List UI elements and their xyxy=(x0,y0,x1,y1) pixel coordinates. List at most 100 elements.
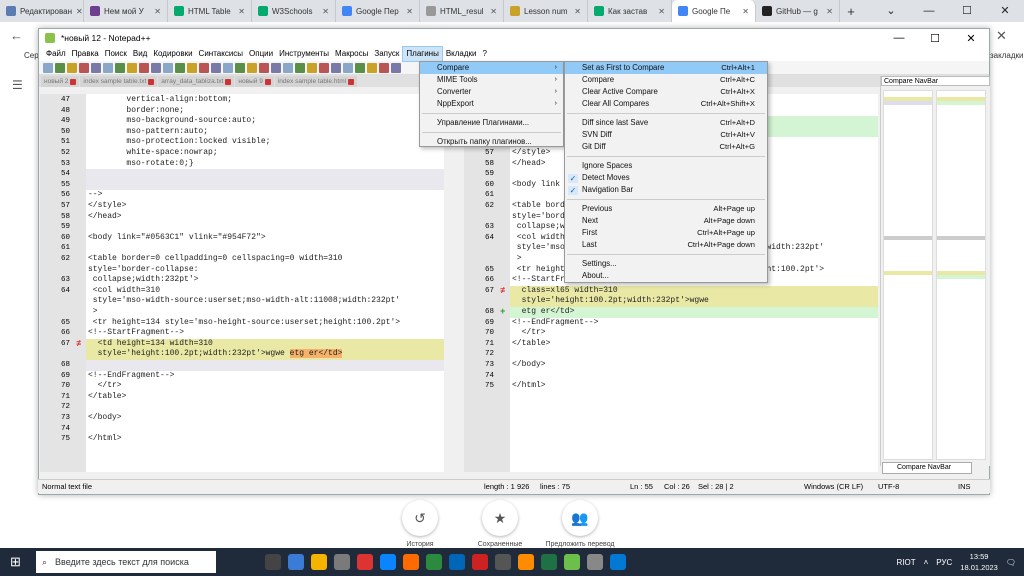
toolbar-button-icon[interactable] xyxy=(235,62,245,73)
browser-tab[interactable]: Как застав ✕ xyxy=(588,0,672,22)
plugins-menu-item[interactable]: Compare › xyxy=(420,62,563,74)
browser-tab[interactable]: Нем мой У ✕ xyxy=(84,0,168,22)
close-icon[interactable] xyxy=(70,78,77,85)
browser-tab[interactable]: HTML_resul ✕ xyxy=(420,0,504,22)
taskbar-app-icon[interactable] xyxy=(357,554,373,570)
toolbar-button-icon[interactable] xyxy=(67,62,77,73)
browser-tab[interactable]: Lesson num ✕ xyxy=(504,0,588,22)
toolbar-button-icon[interactable] xyxy=(259,62,269,73)
toolbar-button-icon[interactable] xyxy=(331,62,341,73)
plugins-menu-item[interactable]: Управление Плагинами... xyxy=(420,117,563,129)
toolbar-button-icon[interactable] xyxy=(163,62,173,73)
compare-menu-item[interactable]: Last Ctrl+Alt+Page down xyxy=(565,239,767,251)
menu-5[interactable]: Синтаксисы xyxy=(196,47,247,61)
taskbar-app-icon[interactable] xyxy=(541,554,557,570)
toolbar-button-icon[interactable] xyxy=(55,62,65,73)
taskbar-app-icon[interactable] xyxy=(334,554,350,570)
maximize-button[interactable]: ☐ xyxy=(948,0,986,22)
navbar-right-map[interactable] xyxy=(936,90,986,460)
language-indicator[interactable]: РУС xyxy=(936,558,952,567)
people-icon[interactable]: 👥 xyxy=(562,500,598,536)
compare-menu-item[interactable]: Git Diff Ctrl+Alt+G xyxy=(565,141,767,153)
browser-tab[interactable]: Редактирован ✕ xyxy=(0,0,84,22)
toolbar-button-icon[interactable] xyxy=(115,62,125,73)
close-button[interactable]: ✕ xyxy=(986,0,1024,22)
menu-10[interactable]: Плагины xyxy=(402,46,443,62)
close-icon[interactable]: ✕ xyxy=(238,7,245,16)
close-icon[interactable]: ✕ xyxy=(322,7,329,16)
close-icon[interactable] xyxy=(225,78,232,85)
toolbar-button-icon[interactable] xyxy=(367,62,377,73)
taskbar-app-icon[interactable] xyxy=(288,554,304,570)
taskbar-clock[interactable]: 13:59 18.01.2023 xyxy=(960,551,998,573)
menu-1[interactable]: Правка xyxy=(69,47,102,61)
left-editor-pane[interactable]: 47 vertical-align:bottom; 48 border:none;… xyxy=(40,94,444,472)
close-icon[interactable]: ✕ xyxy=(76,7,83,16)
taskbar-app-icon[interactable] xyxy=(495,554,511,570)
compare-menu-item[interactable]: Clear Active Compare Ctrl+Alt+X xyxy=(565,86,767,98)
close-icon[interactable]: ✕ xyxy=(406,7,413,16)
file-tab[interactable]: index sample table.html xyxy=(274,76,358,87)
toolbar-button-icon[interactable] xyxy=(43,62,53,73)
menu-4[interactable]: Кодировки xyxy=(150,47,195,61)
taskbar-app-icon[interactable] xyxy=(311,554,327,570)
menu-7[interactable]: Инструменты xyxy=(276,47,332,61)
footer-Предложить перевод[interactable]: 👥 Предложить перевод xyxy=(540,498,620,548)
toolbar-button-icon[interactable] xyxy=(307,62,317,73)
menu-8[interactable]: Макросы xyxy=(332,47,371,61)
chevron-down-icon[interactable]: ⌄ xyxy=(872,0,910,22)
taskbar-app-icon[interactable] xyxy=(265,554,281,570)
compare-menu-item[interactable]: Diff since last Save Ctrl+Alt+D xyxy=(565,117,767,129)
plugins-menu-item[interactable]: NppExport › xyxy=(420,98,563,110)
minimize-button[interactable]: — xyxy=(910,0,948,22)
taskbar-app-icon[interactable] xyxy=(472,554,488,570)
taskbar-app-icon[interactable] xyxy=(610,554,626,570)
toolbar-button-icon[interactable] xyxy=(355,62,365,73)
browser-tab[interactable]: Google Пе ✕ xyxy=(672,0,756,22)
toolbar-button-icon[interactable] xyxy=(223,62,233,73)
close-icon[interactable]: ✕ xyxy=(154,7,161,16)
close-icon[interactable]: ✕ xyxy=(826,7,833,16)
toolbar-button-icon[interactable] xyxy=(283,62,293,73)
close-icon[interactable]: ✕ xyxy=(490,7,497,16)
history-icon[interactable]: ↺ xyxy=(402,500,438,536)
compare-menu-item[interactable]: Set as First to Compare Ctrl+Alt+1 xyxy=(565,62,767,74)
close-panel-icon[interactable]: ✕ xyxy=(996,28,1007,44)
menu-3[interactable]: Вид xyxy=(130,47,150,61)
close-icon[interactable]: ✕ xyxy=(742,7,749,16)
toolbar-button-icon[interactable] xyxy=(103,62,113,73)
other-bookmarks[interactable]: закладки xyxy=(990,51,1023,60)
toolbar-button-icon[interactable] xyxy=(271,62,281,73)
taskbar-search[interactable]: ⌕ Введите здесь текст для поиска xyxy=(36,551,216,573)
close-icon[interactable] xyxy=(148,78,155,85)
footer-История[interactable]: ↺ История xyxy=(380,498,460,548)
browser-tab[interactable]: HTML Table ✕ xyxy=(168,0,252,22)
close-icon[interactable]: ✕ xyxy=(574,7,581,16)
hamburger-icon[interactable]: ☰ xyxy=(12,78,23,92)
compare-navbar-panel[interactable]: Compare NavBar xyxy=(880,76,990,466)
footer-Сохраненные[interactable]: ★ Сохраненные xyxy=(460,498,540,548)
toolbar-button-icon[interactable] xyxy=(199,62,209,73)
compare-menu-item[interactable]: Settings... xyxy=(565,258,767,270)
menu-9[interactable]: Запуск xyxy=(371,47,402,61)
close-icon[interactable] xyxy=(264,78,271,85)
toolbar-button-icon[interactable] xyxy=(127,62,137,73)
file-tab[interactable]: новый 2 xyxy=(41,76,80,87)
toolbar-button-icon[interactable] xyxy=(343,62,353,73)
taskbar-app-icon[interactable] xyxy=(426,554,442,570)
compare-menu-item[interactable]: Ignore Spaces xyxy=(565,160,767,172)
compare-menu-item[interactable]: Compare Ctrl+Alt+C xyxy=(565,74,767,86)
compare-menu-item[interactable]: About... xyxy=(565,270,767,282)
notification-icon[interactable]: 🗨 xyxy=(1006,558,1016,567)
toolbar-button-icon[interactable] xyxy=(91,62,101,73)
plugins-menu-item[interactable]: Converter › xyxy=(420,86,563,98)
toolbar-button-icon[interactable] xyxy=(139,62,149,73)
taskbar-app-icon[interactable] xyxy=(564,554,580,570)
navbar-left-map[interactable] xyxy=(883,90,933,460)
minimize-button[interactable]: — xyxy=(881,32,917,45)
taskbar-app-icon[interactable] xyxy=(587,554,603,570)
toolbar-button-icon[interactable] xyxy=(175,62,185,73)
toolbar-button-icon[interactable] xyxy=(187,62,197,73)
menu-11[interactable]: Вкладки xyxy=(443,47,480,61)
taskbar-app-icon[interactable] xyxy=(449,554,465,570)
